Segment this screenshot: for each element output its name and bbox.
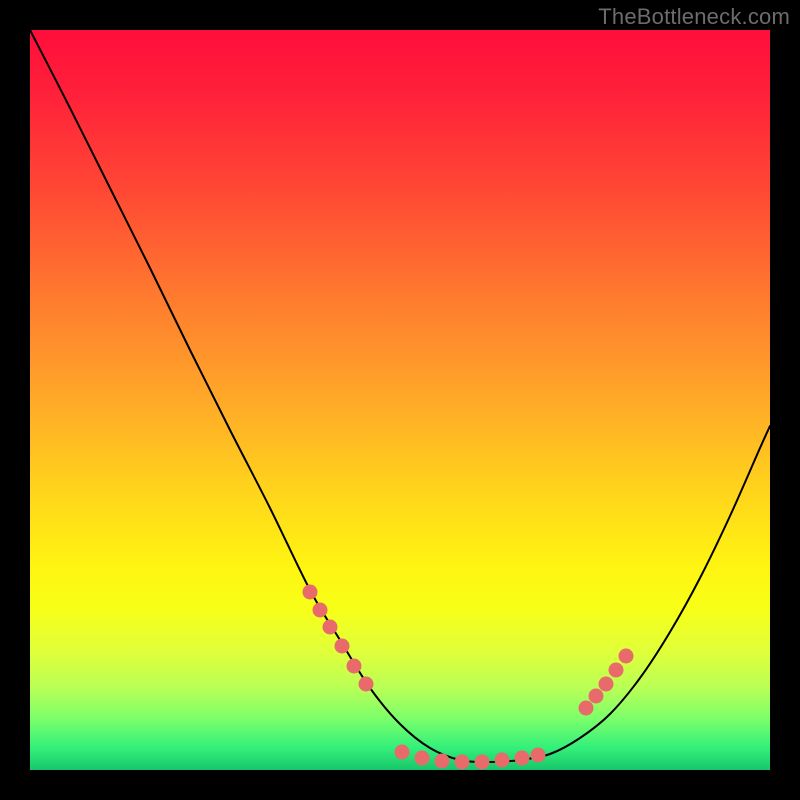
chart-frame: TheBottleneck.com bbox=[0, 0, 800, 800]
data-dot bbox=[599, 677, 614, 692]
data-dot bbox=[495, 753, 510, 768]
data-dots bbox=[303, 585, 634, 770]
data-dot bbox=[415, 751, 430, 766]
watermark-text: TheBottleneck.com bbox=[598, 4, 790, 30]
data-dot bbox=[455, 755, 470, 770]
plot-area bbox=[30, 30, 770, 770]
data-dot bbox=[359, 677, 374, 692]
bottleneck-curve bbox=[30, 30, 770, 762]
data-dot bbox=[313, 603, 328, 618]
data-dot bbox=[589, 689, 604, 704]
data-dot bbox=[619, 649, 634, 664]
data-dot bbox=[395, 745, 410, 760]
data-dot bbox=[475, 755, 490, 770]
data-dot bbox=[323, 620, 338, 635]
data-dot bbox=[303, 585, 318, 600]
curve-layer bbox=[30, 30, 770, 770]
data-dot bbox=[335, 639, 350, 654]
data-dot bbox=[347, 659, 362, 674]
data-dot bbox=[609, 663, 624, 678]
data-dot bbox=[579, 701, 594, 716]
data-dot bbox=[515, 751, 530, 766]
data-dot bbox=[531, 748, 546, 763]
data-dot bbox=[435, 754, 450, 769]
